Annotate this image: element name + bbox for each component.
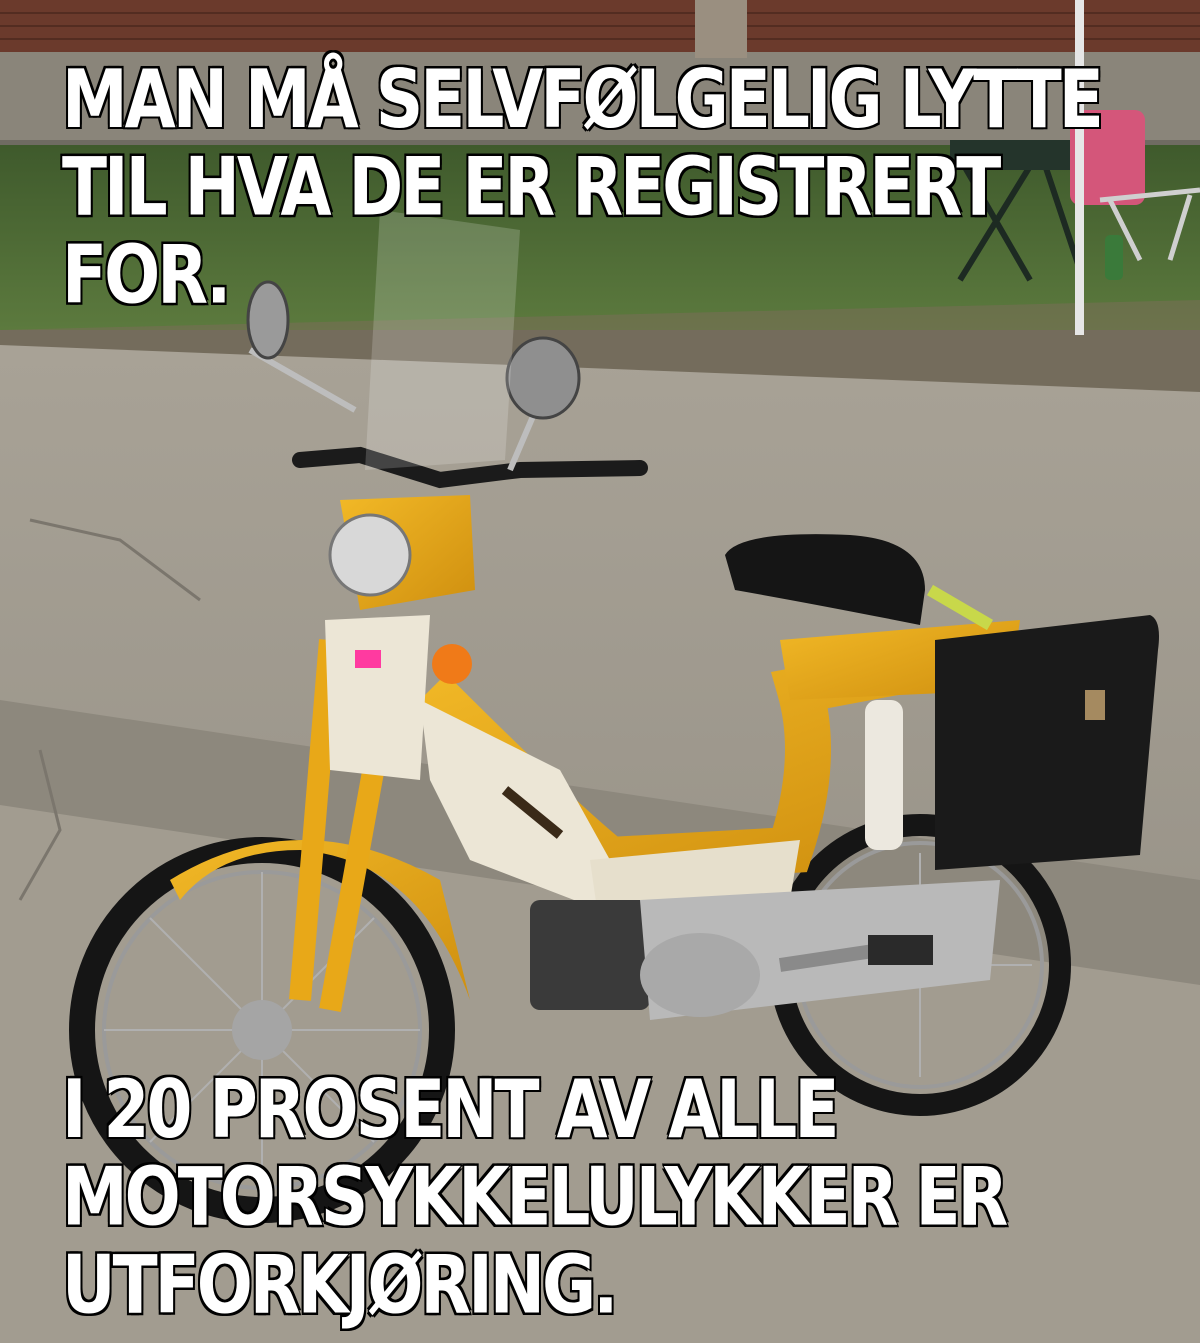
caption-top-line: TIL HVA DE ER REGISTRERT — [61, 140, 1002, 235]
caption-bottom-line: MOTORSYKKELULYKKER ER — [61, 1150, 1009, 1245]
caption-top: MAN MÅ SELVFØLGELIG LYTTE TIL HVA DE ER … — [61, 52, 1105, 322]
caption-top-line: MAN MÅ SELVFØLGELIG LYTTE — [61, 52, 1105, 147]
caption-top-line: FOR. — [61, 228, 232, 322]
meme-image: MAN MÅ SELVFØLGELIG LYTTE TIL HVA DE ER … — [0, 0, 1200, 1343]
caption-bottom-line: I 20 PROSENT AV ALLE — [61, 1062, 840, 1157]
caption-bottom-line: UTFORKJØRING. — [61, 1238, 619, 1332]
caption-bottom: I 20 PROSENT AV ALLE MOTORSYKKELULYKKER … — [61, 1062, 1009, 1332]
